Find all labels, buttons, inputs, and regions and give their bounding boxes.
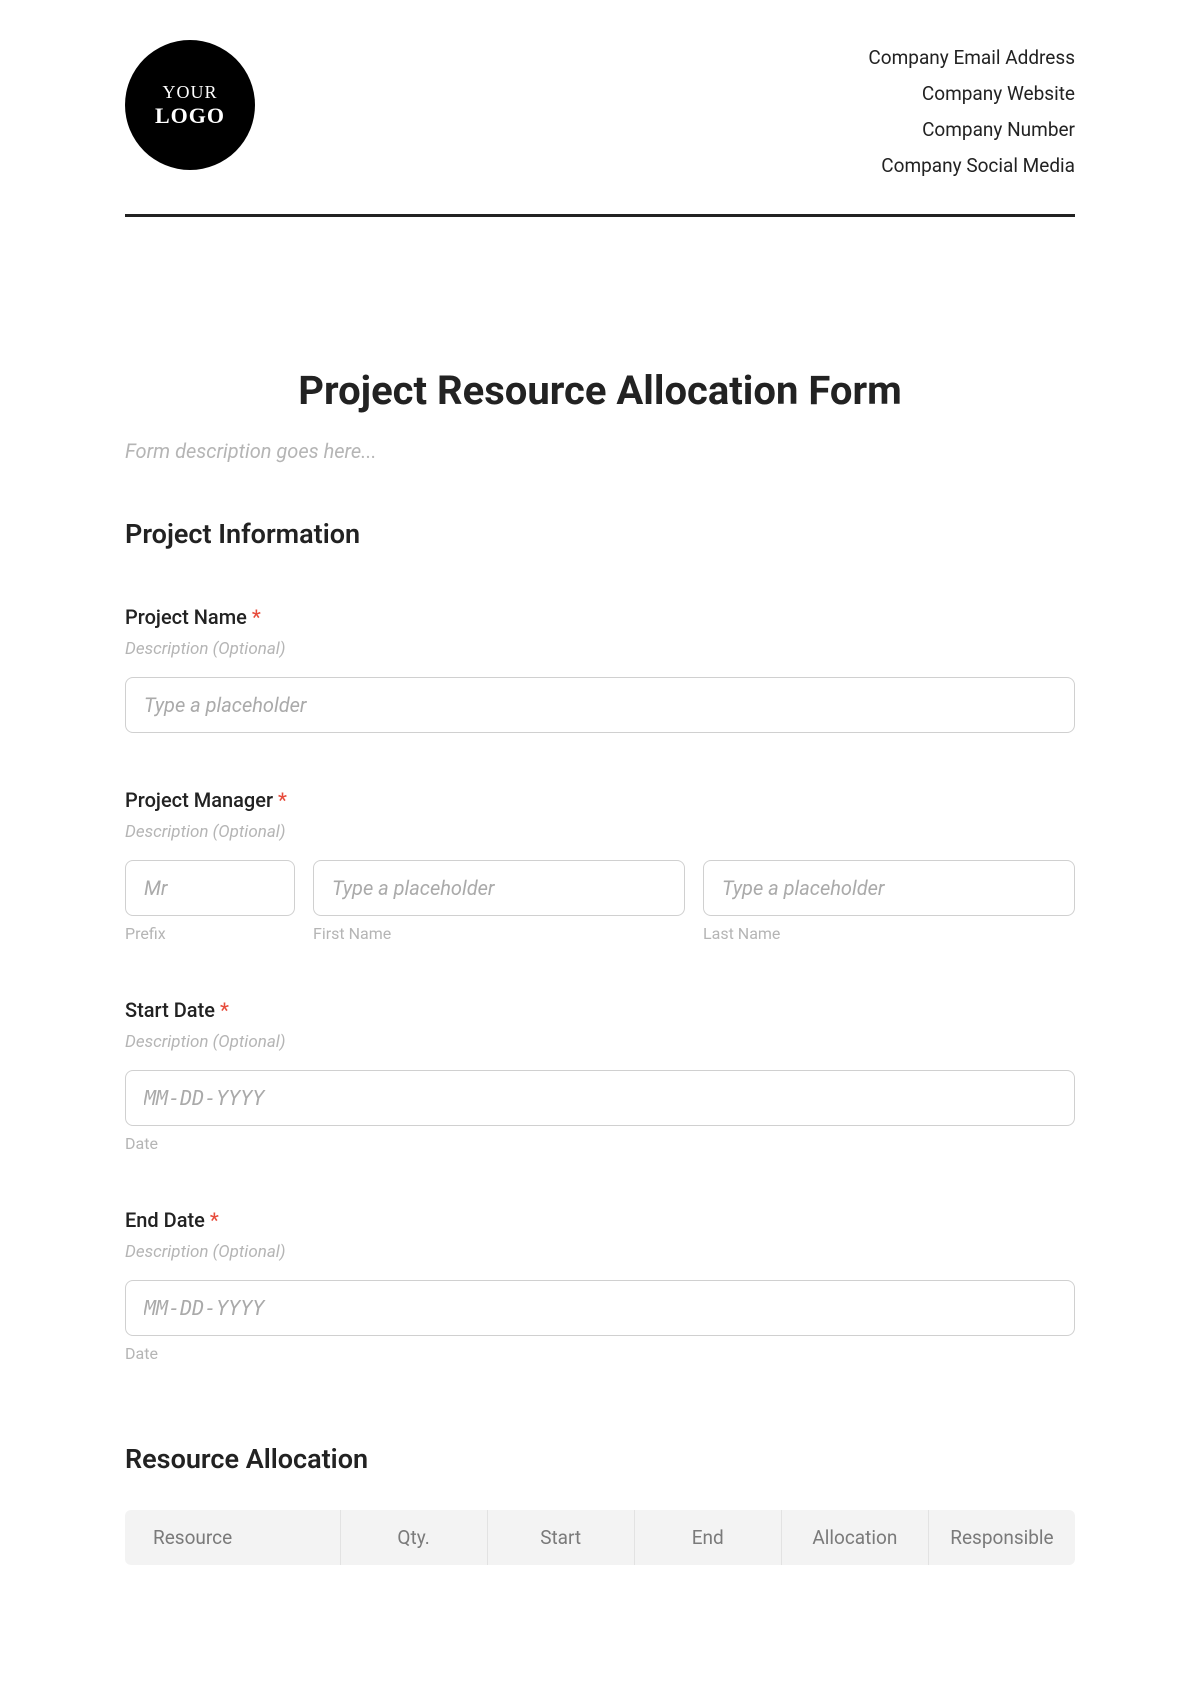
desc-end-date[interactable]: Description (Optional) bbox=[125, 1242, 1075, 1262]
label-text: End Date bbox=[125, 1208, 205, 1232]
input-prefix[interactable] bbox=[125, 860, 295, 916]
input-last-name[interactable] bbox=[703, 860, 1075, 916]
label-project-manager: Project Manager * bbox=[125, 788, 1075, 812]
resource-table-header: Resource Qty. Start End Allocation Respo… bbox=[125, 1510, 1075, 1565]
field-project-name: Project Name * Description (Optional) bbox=[125, 605, 1075, 733]
company-contact-block: Company Email Address Company Website Co… bbox=[868, 40, 1075, 184]
section-resource-allocation: Resource Allocation bbox=[125, 1443, 1075, 1475]
company-number: Company Number bbox=[868, 112, 1075, 148]
required-asterisk: * bbox=[278, 788, 287, 812]
logo-text-line1: YOUR bbox=[162, 82, 217, 103]
label-end-date: End Date * bbox=[125, 1208, 1075, 1232]
th-allocation: Allocation bbox=[782, 1510, 929, 1565]
th-start: Start bbox=[488, 1510, 635, 1565]
sublabel-prefix: Prefix bbox=[125, 924, 295, 943]
company-website: Company Website bbox=[868, 76, 1075, 112]
section-project-information: Project Information bbox=[125, 518, 1075, 550]
label-text: Project Manager bbox=[125, 788, 273, 812]
desc-start-date[interactable]: Description (Optional) bbox=[125, 1032, 1075, 1052]
sublabel-end-date: Date bbox=[125, 1344, 1075, 1363]
sublabel-last-name: Last Name bbox=[703, 924, 1075, 943]
th-end: End bbox=[635, 1510, 782, 1565]
desc-project-manager[interactable]: Description (Optional) bbox=[125, 822, 1075, 842]
sublabel-first-name: First Name bbox=[313, 924, 685, 943]
col-first-name: First Name bbox=[313, 860, 685, 943]
required-asterisk: * bbox=[220, 998, 229, 1022]
logo-placeholder: YOUR LOGO bbox=[125, 40, 255, 170]
field-project-manager: Project Manager * Description (Optional)… bbox=[125, 788, 1075, 943]
logo-text-line2: LOGO bbox=[155, 103, 225, 128]
col-last-name: Last Name bbox=[703, 860, 1075, 943]
label-start-date: Start Date * bbox=[125, 998, 1075, 1022]
field-end-date: End Date * Description (Optional) Date bbox=[125, 1208, 1075, 1363]
th-qty: Qty. bbox=[341, 1510, 488, 1565]
name-row: Prefix First Name Last Name bbox=[125, 860, 1075, 943]
field-start-date: Start Date * Description (Optional) Date bbox=[125, 998, 1075, 1153]
col-prefix: Prefix bbox=[125, 860, 295, 943]
input-project-name[interactable] bbox=[125, 677, 1075, 733]
desc-project-name[interactable]: Description (Optional) bbox=[125, 639, 1075, 659]
form-description-placeholder[interactable]: Form description goes here... bbox=[125, 439, 1075, 463]
required-asterisk: * bbox=[210, 1208, 219, 1232]
input-end-date[interactable] bbox=[125, 1280, 1075, 1336]
label-text: Start Date bbox=[125, 998, 215, 1022]
input-start-date[interactable] bbox=[125, 1070, 1075, 1126]
label-text: Project Name bbox=[125, 605, 247, 629]
sublabel-start-date: Date bbox=[125, 1134, 1075, 1153]
company-social: Company Social Media bbox=[868, 148, 1075, 184]
company-email: Company Email Address bbox=[868, 40, 1075, 76]
input-first-name[interactable] bbox=[313, 860, 685, 916]
label-project-name: Project Name * bbox=[125, 605, 1075, 629]
th-responsible: Responsible bbox=[929, 1510, 1075, 1565]
letterhead-header: YOUR LOGO Company Email Address Company … bbox=[125, 40, 1075, 217]
form-title: Project Resource Allocation Form bbox=[125, 367, 1075, 414]
th-resource: Resource bbox=[125, 1510, 341, 1565]
required-asterisk: * bbox=[252, 605, 261, 629]
